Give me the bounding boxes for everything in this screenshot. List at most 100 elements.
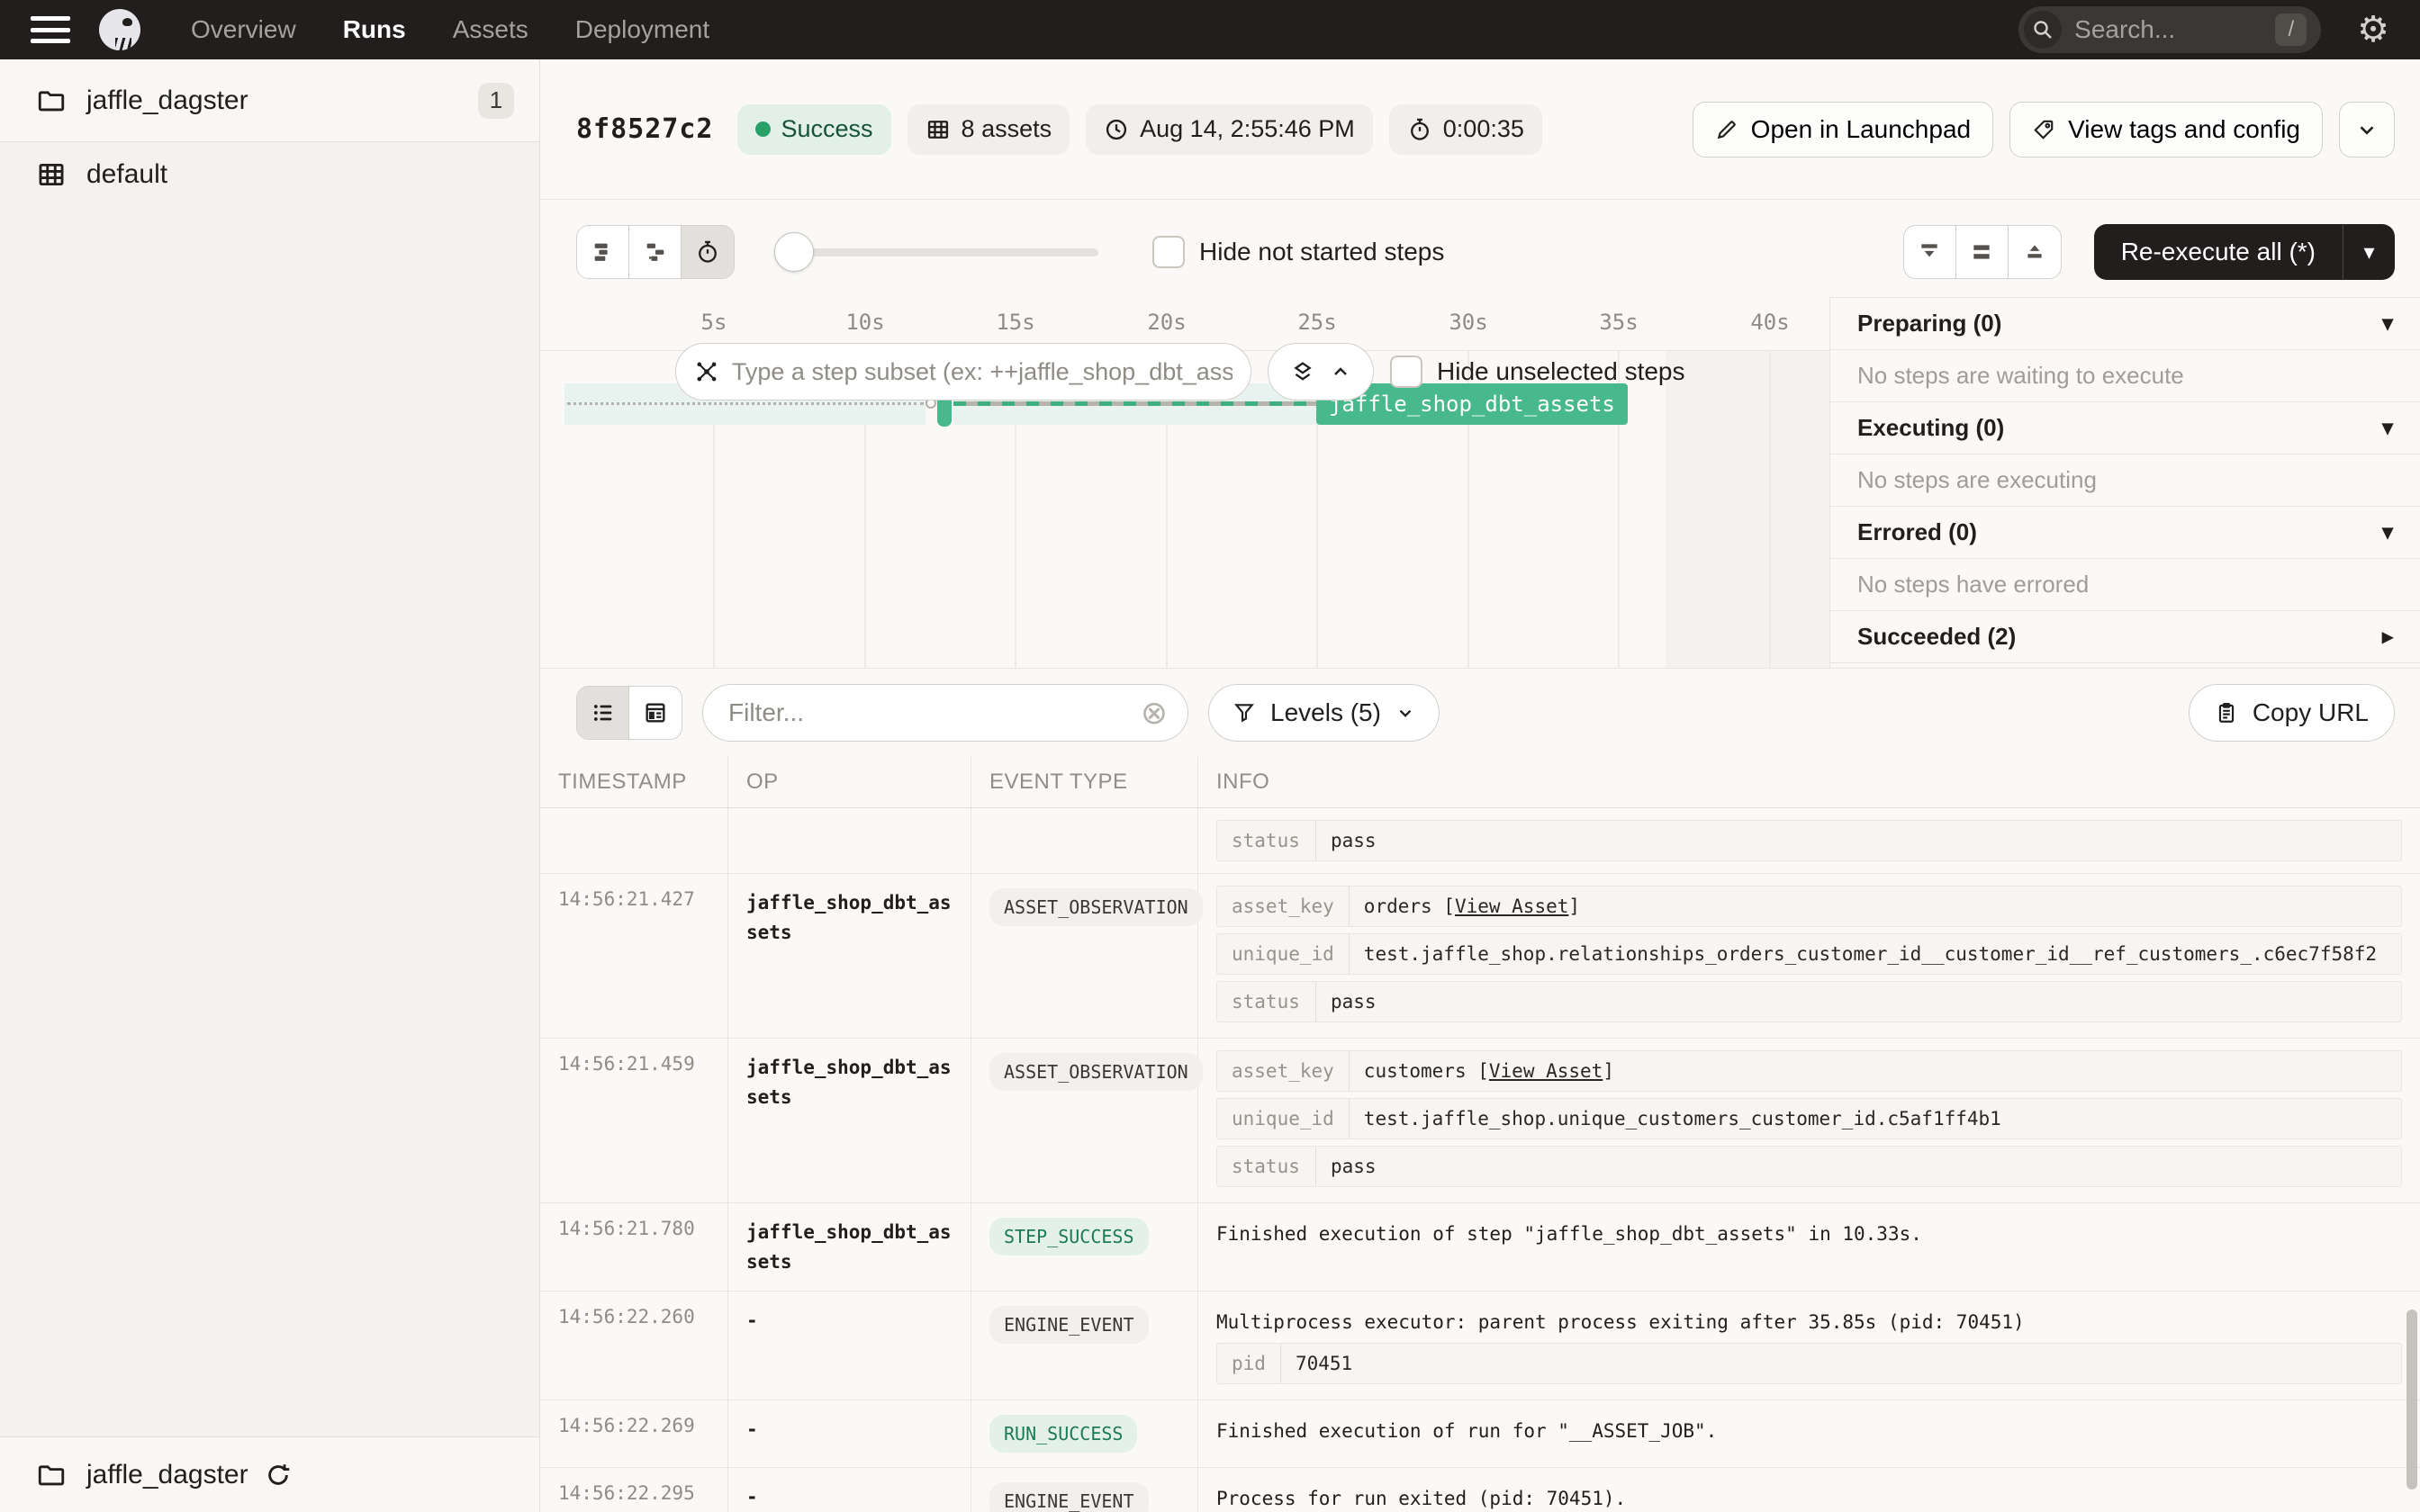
nav-runs[interactable]: Runs <box>343 15 406 44</box>
view-flat-button[interactable] <box>577 226 629 278</box>
job-grid-icon <box>39 163 64 186</box>
log-filter-input-wrap[interactable]: ⊗ <box>702 684 1188 742</box>
expand-up-icon <box>2027 245 2042 258</box>
sidebar-footer-label: jaffle_dagster <box>86 1459 248 1490</box>
table-row[interactable]: 14:56:21.780 jaffle_shop_dbt_assets STEP… <box>540 1203 2420 1292</box>
hide-not-started-checkbox[interactable]: Hide not started steps <box>1152 236 1444 268</box>
nav-overview[interactable]: Overview <box>191 15 296 44</box>
event-type-badge: RUN_SUCCESS <box>989 1415 1138 1454</box>
step-subset-input[interactable] <box>731 357 1233 386</box>
section-preparing-empty: No steps are waiting to execute <box>1830 350 2420 402</box>
log-section: ⊗ Levels (5) Copy URL TIMESTAMP OP EVENT… <box>540 668 2420 1512</box>
assets-grid-icon <box>927 120 948 139</box>
graph-query-toggle-button[interactable] <box>1268 343 1374 400</box>
tick-label: 40s <box>1750 310 1790 335</box>
duration-badge: 0:00:35 <box>1388 104 1542 155</box>
pencil-icon <box>1717 120 1736 139</box>
gantt-view-mode-group <box>576 225 735 279</box>
table-row[interactable]: 14:56:21.427 jaffle_shop_dbt_assets ASSE… <box>540 874 2420 1039</box>
levels-dropdown-button[interactable]: Levels (5) <box>1208 684 1440 742</box>
table-row[interactable]: 14:56:22.295 - ENGINE_EVENT Process for … <box>540 1468 2420 1512</box>
sidebar-item-default[interactable]: default <box>0 142 539 207</box>
section-preparing[interactable]: Preparing (0) ▾ <box>1830 298 2420 350</box>
stopwatch-icon <box>1410 118 1429 140</box>
clear-filter-icon[interactable]: ⊗ <box>1141 697 1168 729</box>
dagster-logo[interactable] <box>99 9 140 50</box>
section-errored[interactable]: Errored (0) ▾ <box>1830 507 2420 559</box>
clipboard-icon <box>2218 702 2234 723</box>
collapse-down-button[interactable] <box>1903 226 1956 278</box>
rows-button[interactable] <box>1955 226 2009 278</box>
sidebar-footer-repo: jaffle_dagster <box>0 1436 539 1512</box>
log-toolbar: ⊗ Levels (5) Copy URL <box>540 669 2420 757</box>
log-table: TIMESTAMP OP EVENT TYPE INFO status pass <box>540 757 2420 1512</box>
slider-thumb[interactable] <box>774 232 814 272</box>
step-subset-row: Hide unselected steps <box>675 343 1685 400</box>
checkbox-box[interactable] <box>1390 356 1422 388</box>
metadata-chip: status pass <box>1216 1146 2402 1187</box>
sidebar-repo-label: jaffle_dagster <box>86 85 248 115</box>
left-sidebar: jaffle_dagster 1 default jaffle_dagster <box>0 59 540 1512</box>
run-status-badge: Success <box>736 104 891 155</box>
primary-nav: Overview Runs Assets Deployment <box>191 15 709 44</box>
run-header: 8f8527c2 Success 8 assets Aug 14, 2:55:4… <box>540 59 2420 200</box>
reexecute-all-button[interactable]: Re-execute all (*) <box>2093 224 2343 280</box>
status-dot <box>754 122 771 137</box>
refresh-icon[interactable] <box>265 1462 292 1489</box>
hamburger-menu-icon[interactable] <box>31 16 70 43</box>
chevron-down-icon <box>1399 709 1412 717</box>
asset-count-badge[interactable]: 8 assets <box>907 104 1070 155</box>
checkbox-box[interactable] <box>1152 236 1185 268</box>
view-waterfall-button[interactable] <box>629 226 682 278</box>
tag-icon <box>2034 120 2054 140</box>
run-actions-dropdown-button[interactable] <box>2339 101 2395 158</box>
sidebar-repo-jaffle-dagster[interactable]: jaffle_dagster 1 <box>0 59 539 142</box>
view-asset-link[interactable]: View Asset <box>1489 1060 1603 1082</box>
log-view-toggle <box>576 686 682 740</box>
log-list-view-button[interactable] <box>577 687 629 739</box>
copy-url-button[interactable]: Copy URL <box>2188 684 2395 742</box>
col-event-type: EVENT TYPE <box>971 757 1198 807</box>
view-tags-config-button[interactable]: View tags and config <box>2009 101 2323 158</box>
metadata-chip: pid 70451 <box>1216 1343 2402 1385</box>
table-row[interactable]: 14:56:21.459 jaffle_shop_dbt_assets ASSE… <box>540 1039 2420 1203</box>
view-asset-link[interactable]: View Asset <box>1455 896 1568 917</box>
section-succeeded[interactable]: Succeeded (2) ▸ <box>1830 611 2420 663</box>
search-icon <box>2024 11 2063 49</box>
table-row[interactable]: 14:56:22.260 - ENGINE_EVENT Multiprocess… <box>540 1292 2420 1401</box>
metadata-chip: unique_id test.jaffle_shop.unique_custom… <box>1216 1098 2402 1139</box>
folder-icon <box>38 90 65 111</box>
search-input-wrap[interactable]: / <box>2018 6 2322 53</box>
tick-label: 25s <box>1297 310 1337 335</box>
search-input[interactable] <box>2074 15 2276 44</box>
layers-icon <box>1294 362 1312 381</box>
reexecute-dropdown-button[interactable]: ▾ <box>2343 224 2395 280</box>
view-timed-button[interactable] <box>682 226 734 278</box>
metadata-chip: asset_key customers [View Asset] <box>1216 1050 2402 1092</box>
structured-view-icon <box>646 703 665 723</box>
gantt-zoom-slider[interactable] <box>774 232 1098 272</box>
gantt-after-run-band <box>1666 351 1829 668</box>
table-row[interactable]: 14:56:22.269 - RUN_SUCCESS Finished exec… <box>540 1400 2420 1469</box>
hide-unselected-checkbox[interactable]: Hide unselected steps <box>1390 356 1685 388</box>
table-row[interactable]: status pass <box>540 808 2420 874</box>
nav-assets[interactable]: Assets <box>453 15 528 44</box>
col-timestamp: TIMESTAMP <box>540 757 728 807</box>
caret-down-icon: ▾ <box>2381 416 2393 440</box>
tick-label: 35s <box>1599 310 1639 335</box>
nav-deployment[interactable]: Deployment <box>575 15 709 44</box>
section-executing[interactable]: Executing (0) ▾ <box>1830 402 2420 454</box>
log-structured-view-button[interactable] <box>629 687 682 739</box>
open-in-launchpad-button[interactable]: Open in Launchpad <box>1692 101 1994 158</box>
start-time-badge: Aug 14, 2:55:46 PM <box>1086 104 1373 155</box>
log-filter-input[interactable] <box>728 698 1141 727</box>
gear-icon[interactable]: ⚙ <box>2357 12 2389 48</box>
tick-label: 20s <box>1147 310 1187 335</box>
col-info: INFO <box>1216 770 1270 794</box>
metadata-chip: status pass <box>1216 981 2402 1022</box>
step-subset-input-wrap[interactable] <box>675 343 1251 400</box>
expand-up-button[interactable] <box>2008 226 2061 278</box>
vertical-scrollbar[interactable] <box>2406 1310 2417 1490</box>
chevron-down-icon <box>2360 125 2374 135</box>
caret-down-icon: ▾ <box>2381 311 2393 336</box>
